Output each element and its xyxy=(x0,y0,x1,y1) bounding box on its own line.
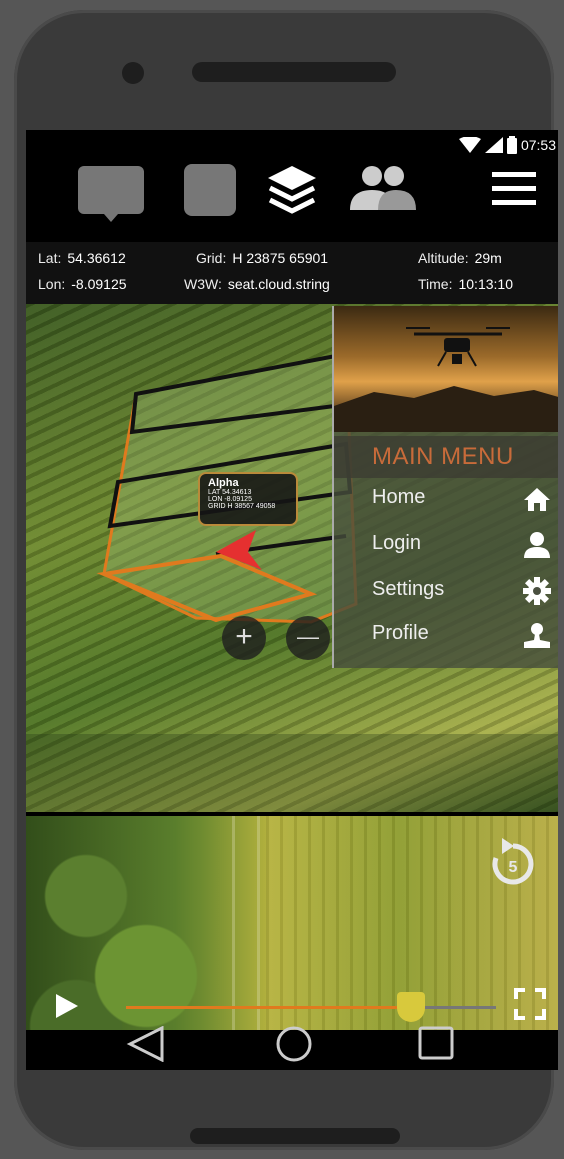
zoom-out-button[interactable]: — xyxy=(286,616,330,660)
bottom-speaker xyxy=(190,1128,400,1144)
wifi-icon xyxy=(458,137,481,153)
home-icon xyxy=(524,488,550,511)
front-camera xyxy=(122,62,144,84)
home-circle-icon[interactable] xyxy=(274,1024,314,1064)
menu-item-login[interactable]: Login xyxy=(334,522,558,566)
fullscreen-icon[interactable] xyxy=(514,988,546,1020)
waypoint-grid: GRID H 38567 49058 xyxy=(208,503,276,510)
waypoint-lat: LAT 54.34613 xyxy=(208,489,252,496)
altitude-readout: Altitude: 29m xyxy=(418,250,502,266)
main-menu-panel: MAIN MENU Home Login Settings Profile xyxy=(332,306,558,668)
drone-header-image xyxy=(334,306,558,432)
coordinates-bar: Lat: 54.36612 Lon: -8.09125 Grid: H 23875 6… xyxy=(26,242,558,304)
play-icon[interactable] xyxy=(54,992,80,1020)
w3w-readout: W3W: seat.cloud.string xyxy=(184,276,330,292)
video-progress-fill xyxy=(126,1006,411,1009)
toolbar xyxy=(26,158,558,238)
gear-icon xyxy=(523,577,551,605)
layers-icon[interactable] xyxy=(264,162,320,218)
chat-icon[interactable] xyxy=(76,164,146,222)
video-progress-thumb[interactable] xyxy=(396,992,425,1022)
recent-apps-icon[interactable] xyxy=(418,1026,454,1062)
grid-readout: Grid: H 23875 65901 xyxy=(196,250,329,266)
user-icon xyxy=(524,532,550,558)
waypoint-lon: LON -8.09125 xyxy=(208,496,252,503)
battery-icon xyxy=(506,136,517,154)
main-menu-title: MAIN MENU xyxy=(334,436,558,478)
longitude-readout: Lon: -8.09125 xyxy=(38,276,127,292)
waypoint-name: Alpha xyxy=(208,477,239,489)
profile-icon xyxy=(524,623,550,648)
zoom-in-button[interactable]: + xyxy=(222,616,266,660)
latitude-readout: Lat: 54.36612 xyxy=(38,250,126,266)
waypoint-tooltip[interactable]: Alpha LAT 54.34613 LON -8.09125 GRID H 3… xyxy=(198,472,298,526)
hamburger-menu-icon[interactable] xyxy=(492,172,536,206)
earpiece-speaker xyxy=(192,62,396,82)
status-time: 07:53 xyxy=(520,137,556,153)
menu-item-profile[interactable]: Profile xyxy=(334,612,558,656)
system-navigation-bar xyxy=(26,1026,558,1070)
time-readout: Time: 10:13:10 xyxy=(418,276,513,292)
back-icon[interactable] xyxy=(126,1026,166,1062)
menu-item-settings[interactable]: Settings xyxy=(334,568,558,612)
map-view-icon[interactable] xyxy=(184,164,236,216)
drone-icon xyxy=(334,327,558,432)
menu-item-home[interactable]: Home xyxy=(334,476,558,520)
signal-icon xyxy=(484,137,503,153)
video-progress-track[interactable] xyxy=(126,1006,496,1009)
users-icon[interactable] xyxy=(346,164,418,212)
screen: 07:53 Lat: 54.36612 Lon: -8.09125 Grid: … xyxy=(26,130,558,1070)
svg-text:5: 5 xyxy=(509,859,518,876)
replay-icon[interactable]: 5 xyxy=(488,836,538,888)
